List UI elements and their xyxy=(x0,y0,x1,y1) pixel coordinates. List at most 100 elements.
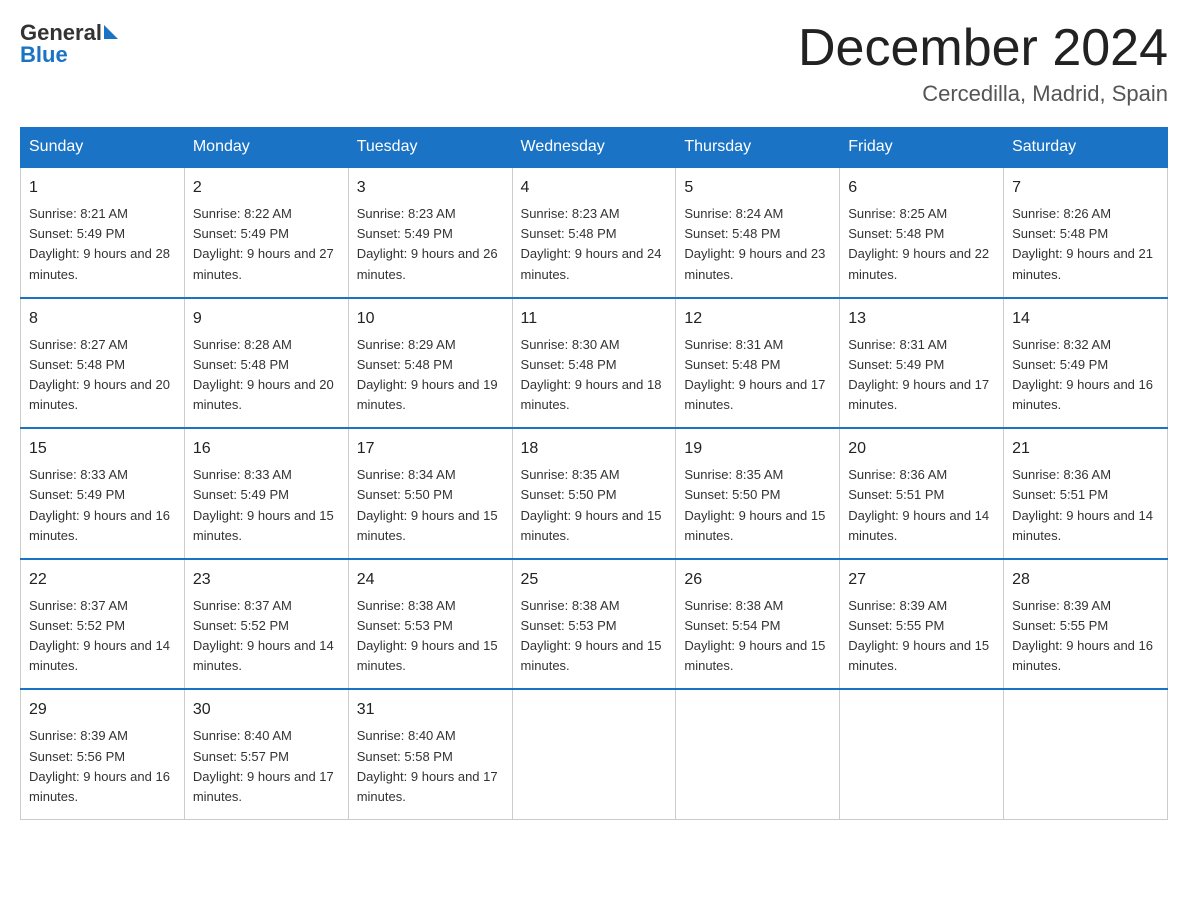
calendar-week-row: 8 Sunrise: 8:27 AM Sunset: 5:48 PM Dayli… xyxy=(21,298,1168,429)
day-info: Sunrise: 8:40 AM Sunset: 5:57 PM Dayligh… xyxy=(193,726,340,807)
day-info: Sunrise: 8:25 AM Sunset: 5:48 PM Dayligh… xyxy=(848,204,995,285)
table-row: 31 Sunrise: 8:40 AM Sunset: 5:58 PM Dayl… xyxy=(348,689,512,819)
day-number: 1 xyxy=(29,176,176,200)
calendar-title: December 2024 xyxy=(798,20,1168,77)
logo-text-blue: Blue xyxy=(20,42,118,68)
calendar-subtitle: Cercedilla, Madrid, Spain xyxy=(798,81,1168,107)
day-number: 26 xyxy=(684,568,831,592)
table-row: 27 Sunrise: 8:39 AM Sunset: 5:55 PM Dayl… xyxy=(840,559,1004,690)
day-number: 24 xyxy=(357,568,504,592)
day-info: Sunrise: 8:23 AM Sunset: 5:49 PM Dayligh… xyxy=(357,204,504,285)
day-info: Sunrise: 8:40 AM Sunset: 5:58 PM Dayligh… xyxy=(357,726,504,807)
day-number: 10 xyxy=(357,307,504,331)
day-info: Sunrise: 8:36 AM Sunset: 5:51 PM Dayligh… xyxy=(1012,465,1159,546)
day-number: 4 xyxy=(521,176,668,200)
day-info: Sunrise: 8:35 AM Sunset: 5:50 PM Dayligh… xyxy=(521,465,668,546)
day-info: Sunrise: 8:30 AM Sunset: 5:48 PM Dayligh… xyxy=(521,335,668,416)
table-row: 13 Sunrise: 8:31 AM Sunset: 5:49 PM Dayl… xyxy=(840,298,1004,429)
day-info: Sunrise: 8:36 AM Sunset: 5:51 PM Dayligh… xyxy=(848,465,995,546)
day-info: Sunrise: 8:35 AM Sunset: 5:50 PM Dayligh… xyxy=(684,465,831,546)
table-row: 18 Sunrise: 8:35 AM Sunset: 5:50 PM Dayl… xyxy=(512,428,676,559)
calendar-table: Sunday Monday Tuesday Wednesday Thursday… xyxy=(20,127,1168,820)
table-row: 23 Sunrise: 8:37 AM Sunset: 5:52 PM Dayl… xyxy=(184,559,348,690)
calendar-header-row: Sunday Monday Tuesday Wednesday Thursday… xyxy=(21,128,1168,168)
table-row: 12 Sunrise: 8:31 AM Sunset: 5:48 PM Dayl… xyxy=(676,298,840,429)
col-wednesday: Wednesday xyxy=(512,128,676,168)
day-number: 27 xyxy=(848,568,995,592)
day-number: 3 xyxy=(357,176,504,200)
table-row: 15 Sunrise: 8:33 AM Sunset: 5:49 PM Dayl… xyxy=(21,428,185,559)
day-info: Sunrise: 8:23 AM Sunset: 5:48 PM Dayligh… xyxy=(521,204,668,285)
day-number: 6 xyxy=(848,176,995,200)
logo-triangle-icon xyxy=(104,25,118,39)
day-number: 23 xyxy=(193,568,340,592)
day-number: 15 xyxy=(29,437,176,461)
day-info: Sunrise: 8:22 AM Sunset: 5:49 PM Dayligh… xyxy=(193,204,340,285)
table-row: 6 Sunrise: 8:25 AM Sunset: 5:48 PM Dayli… xyxy=(840,167,1004,298)
day-number: 30 xyxy=(193,698,340,722)
table-row: 4 Sunrise: 8:23 AM Sunset: 5:48 PM Dayli… xyxy=(512,167,676,298)
table-row: 21 Sunrise: 8:36 AM Sunset: 5:51 PM Dayl… xyxy=(1004,428,1168,559)
col-saturday: Saturday xyxy=(1004,128,1168,168)
day-info: Sunrise: 8:24 AM Sunset: 5:48 PM Dayligh… xyxy=(684,204,831,285)
day-number: 21 xyxy=(1012,437,1159,461)
day-number: 20 xyxy=(848,437,995,461)
day-info: Sunrise: 8:29 AM Sunset: 5:48 PM Dayligh… xyxy=(357,335,504,416)
calendar-week-row: 29 Sunrise: 8:39 AM Sunset: 5:56 PM Dayl… xyxy=(21,689,1168,819)
table-row: 24 Sunrise: 8:38 AM Sunset: 5:53 PM Dayl… xyxy=(348,559,512,690)
table-row: 29 Sunrise: 8:39 AM Sunset: 5:56 PM Dayl… xyxy=(21,689,185,819)
table-row xyxy=(676,689,840,819)
day-info: Sunrise: 8:33 AM Sunset: 5:49 PM Dayligh… xyxy=(193,465,340,546)
page-header: General Blue December 2024 Cercedilla, M… xyxy=(20,20,1168,107)
table-row: 19 Sunrise: 8:35 AM Sunset: 5:50 PM Dayl… xyxy=(676,428,840,559)
day-info: Sunrise: 8:39 AM Sunset: 5:55 PM Dayligh… xyxy=(1012,596,1159,677)
day-info: Sunrise: 8:31 AM Sunset: 5:49 PM Dayligh… xyxy=(848,335,995,416)
table-row: 7 Sunrise: 8:26 AM Sunset: 5:48 PM Dayli… xyxy=(1004,167,1168,298)
day-number: 2 xyxy=(193,176,340,200)
table-row: 20 Sunrise: 8:36 AM Sunset: 5:51 PM Dayl… xyxy=(840,428,1004,559)
day-info: Sunrise: 8:27 AM Sunset: 5:48 PM Dayligh… xyxy=(29,335,176,416)
table-row xyxy=(512,689,676,819)
day-number: 31 xyxy=(357,698,504,722)
day-number: 19 xyxy=(684,437,831,461)
table-row: 9 Sunrise: 8:28 AM Sunset: 5:48 PM Dayli… xyxy=(184,298,348,429)
calendar-week-row: 15 Sunrise: 8:33 AM Sunset: 5:49 PM Dayl… xyxy=(21,428,1168,559)
col-friday: Friday xyxy=(840,128,1004,168)
day-number: 13 xyxy=(848,307,995,331)
table-row: 28 Sunrise: 8:39 AM Sunset: 5:55 PM Dayl… xyxy=(1004,559,1168,690)
day-info: Sunrise: 8:38 AM Sunset: 5:53 PM Dayligh… xyxy=(521,596,668,677)
calendar-week-row: 22 Sunrise: 8:37 AM Sunset: 5:52 PM Dayl… xyxy=(21,559,1168,690)
day-info: Sunrise: 8:37 AM Sunset: 5:52 PM Dayligh… xyxy=(193,596,340,677)
table-row xyxy=(840,689,1004,819)
day-info: Sunrise: 8:34 AM Sunset: 5:50 PM Dayligh… xyxy=(357,465,504,546)
day-info: Sunrise: 8:26 AM Sunset: 5:48 PM Dayligh… xyxy=(1012,204,1159,285)
col-tuesday: Tuesday xyxy=(348,128,512,168)
day-info: Sunrise: 8:31 AM Sunset: 5:48 PM Dayligh… xyxy=(684,335,831,416)
day-info: Sunrise: 8:38 AM Sunset: 5:54 PM Dayligh… xyxy=(684,596,831,677)
day-number: 16 xyxy=(193,437,340,461)
table-row: 16 Sunrise: 8:33 AM Sunset: 5:49 PM Dayl… xyxy=(184,428,348,559)
table-row: 2 Sunrise: 8:22 AM Sunset: 5:49 PM Dayli… xyxy=(184,167,348,298)
day-info: Sunrise: 8:33 AM Sunset: 5:49 PM Dayligh… xyxy=(29,465,176,546)
table-row: 10 Sunrise: 8:29 AM Sunset: 5:48 PM Dayl… xyxy=(348,298,512,429)
title-block: December 2024 Cercedilla, Madrid, Spain xyxy=(798,20,1168,107)
table-row: 3 Sunrise: 8:23 AM Sunset: 5:49 PM Dayli… xyxy=(348,167,512,298)
day-number: 8 xyxy=(29,307,176,331)
day-number: 28 xyxy=(1012,568,1159,592)
day-number: 22 xyxy=(29,568,176,592)
day-info: Sunrise: 8:38 AM Sunset: 5:53 PM Dayligh… xyxy=(357,596,504,677)
table-row: 17 Sunrise: 8:34 AM Sunset: 5:50 PM Dayl… xyxy=(348,428,512,559)
day-number: 14 xyxy=(1012,307,1159,331)
day-info: Sunrise: 8:21 AM Sunset: 5:49 PM Dayligh… xyxy=(29,204,176,285)
day-info: Sunrise: 8:39 AM Sunset: 5:56 PM Dayligh… xyxy=(29,726,176,807)
day-info: Sunrise: 8:39 AM Sunset: 5:55 PM Dayligh… xyxy=(848,596,995,677)
col-thursday: Thursday xyxy=(676,128,840,168)
table-row: 30 Sunrise: 8:40 AM Sunset: 5:57 PM Dayl… xyxy=(184,689,348,819)
calendar-week-row: 1 Sunrise: 8:21 AM Sunset: 5:49 PM Dayli… xyxy=(21,167,1168,298)
day-info: Sunrise: 8:28 AM Sunset: 5:48 PM Dayligh… xyxy=(193,335,340,416)
day-number: 11 xyxy=(521,307,668,331)
logo: General Blue xyxy=(20,20,118,68)
table-row: 8 Sunrise: 8:27 AM Sunset: 5:48 PM Dayli… xyxy=(21,298,185,429)
day-number: 18 xyxy=(521,437,668,461)
day-number: 7 xyxy=(1012,176,1159,200)
